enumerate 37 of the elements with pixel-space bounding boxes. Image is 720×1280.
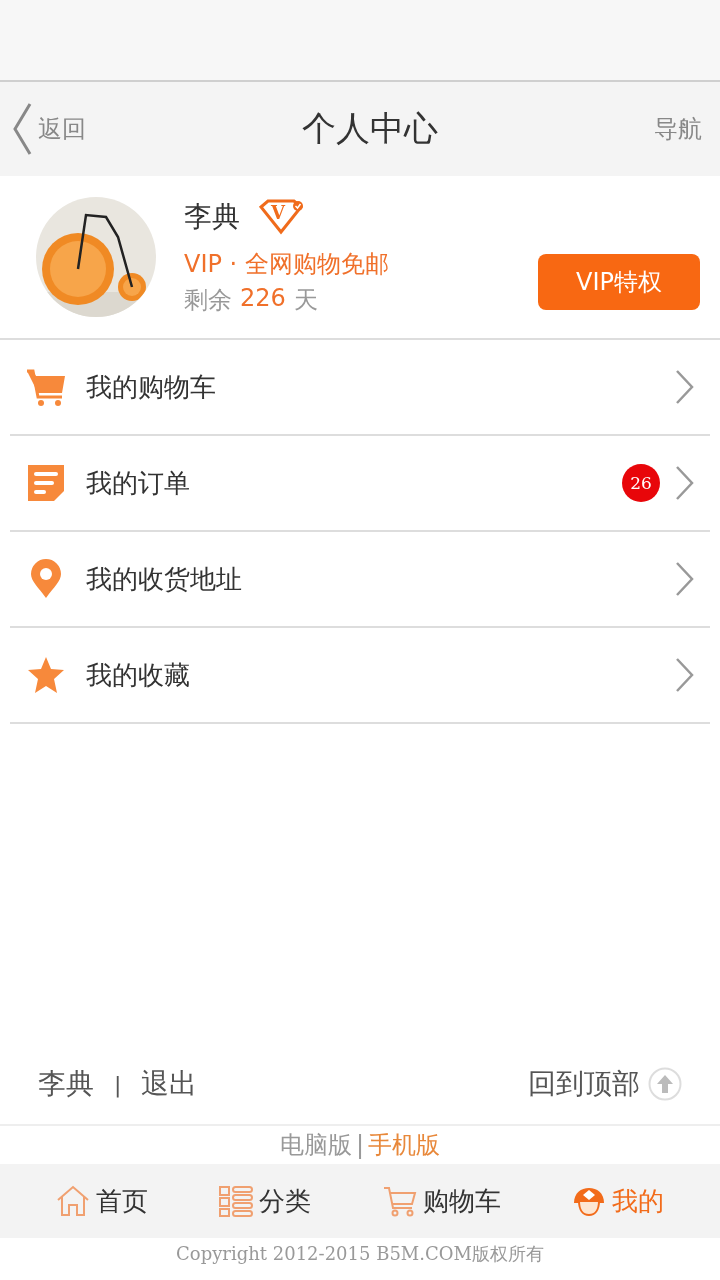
remain-unit: 天 (293, 285, 318, 316)
chevron-right-icon (674, 369, 694, 405)
menu-label: 我的购物车 (86, 370, 217, 404)
menu-item[interactable]: 我的购物车 (10, 340, 710, 436)
separator-text: | (114, 1071, 122, 1097)
chevron-right-icon (674, 561, 694, 597)
remain-label: 剩余 (184, 285, 232, 316)
menu-label: 我的收藏 (86, 658, 191, 692)
home-icon (55, 1185, 90, 1217)
count-badge: 26 (622, 464, 660, 502)
user-icon (572, 1185, 607, 1217)
document-icon (26, 463, 66, 503)
tab[interactable]: 分类 (213, 1179, 318, 1223)
menu-label: 我的收货地址 (86, 562, 243, 596)
remain-days: 226 (240, 284, 286, 316)
chevron-right-icon (674, 465, 694, 501)
menu-item[interactable]: 我的收货地址 (10, 532, 710, 628)
menu-item[interactable]: 我的收藏 (10, 628, 710, 724)
back-to-top-link[interactable]: 回到顶部 (528, 1065, 640, 1103)
vip-benefit-text: VIP · 全网购物免邮 (184, 249, 390, 280)
star-icon (26, 655, 66, 695)
list-icon (219, 1185, 254, 1217)
chevron-right-icon (674, 657, 694, 693)
separator-text: | (355, 1130, 365, 1160)
user-name: 李典 (184, 199, 240, 235)
logout-link[interactable]: 退出 (141, 1065, 198, 1103)
back-chevron-icon (12, 102, 32, 156)
menu-label: 我的订单 (86, 466, 191, 500)
tab[interactable]: 购物车 (376, 1179, 507, 1223)
menu-item[interactable]: 我的订单 26 (10, 436, 710, 532)
vip-badge: V (258, 199, 304, 235)
page-title: 个人中心 (302, 107, 438, 150)
copyright-text: Copyright 2012-2015 B5M.COM版权所有 (176, 1242, 544, 1266)
cart-icon (382, 1185, 417, 1217)
tab[interactable]: 首页 (49, 1179, 154, 1223)
user-link[interactable]: 李典 (38, 1065, 94, 1103)
cart-icon (26, 367, 66, 407)
